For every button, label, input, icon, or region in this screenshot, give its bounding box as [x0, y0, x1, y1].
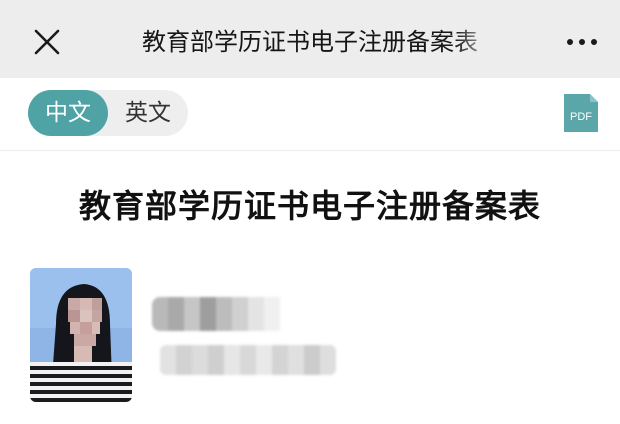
language-toggle: 中文 英文 — [28, 90, 188, 136]
document-title: 教育部学历证书电子注册备案表 — [78, 187, 541, 225]
top-nav-bar: 教育部学历证书电子注册备案表 — [0, 0, 620, 78]
pdf-icon[interactable]: PDF — [562, 92, 600, 134]
more-dots-icon[interactable] — [562, 30, 602, 54]
redacted-detail — [160, 345, 336, 375]
lang-english-button[interactable]: 英文 — [108, 90, 188, 136]
document-toolbar: 中文 英文 PDF — [0, 78, 620, 151]
pdf-label: PDF — [570, 111, 592, 123]
page-title: 教育部学历证书电子注册备案表 — [142, 28, 478, 56]
redacted-name — [152, 297, 280, 331]
lang-chinese-button[interactable]: 中文 — [28, 90, 108, 136]
id-photo — [30, 268, 132, 402]
close-icon[interactable] — [30, 25, 64, 59]
